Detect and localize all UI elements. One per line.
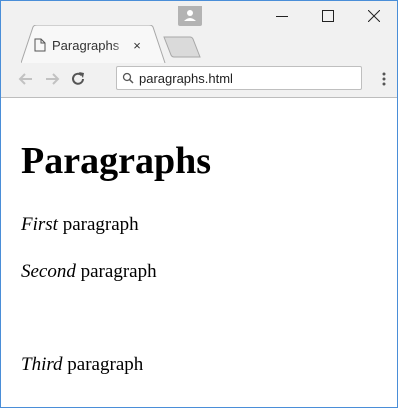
back-button[interactable]: [15, 68, 37, 90]
window-controls: [259, 1, 397, 31]
maximize-icon: [322, 10, 334, 22]
paragraph-emphasis: Third: [21, 354, 63, 375]
minimize-button[interactable]: [259, 1, 305, 31]
tab-content[interactable]: Paragraphs ×: [34, 33, 144, 57]
reload-button[interactable]: [67, 68, 89, 90]
close-icon: [368, 10, 380, 22]
minimize-icon: [276, 16, 288, 17]
maximize-button[interactable]: [305, 1, 351, 31]
tab-close-button[interactable]: ×: [130, 38, 144, 53]
tab-title: Paragraphs: [52, 37, 120, 53]
address-bar[interactable]: paragraphs.html: [116, 66, 362, 90]
paragraph-emphasis: Second: [21, 261, 76, 282]
browser-menu-button[interactable]: [376, 68, 392, 90]
new-tab-button[interactable]: [162, 35, 202, 59]
browser-toolbar: paragraphs.html: [1, 63, 397, 98]
page-heading: Paragraphs: [21, 140, 211, 182]
back-arrow-icon: [18, 73, 32, 85]
title-bar: Paragraphs ×: [1, 1, 397, 64]
forward-button[interactable]: [41, 68, 63, 90]
paragraph-third: Third paragraph: [21, 354, 143, 376]
close-window-button[interactable]: [351, 1, 397, 31]
paragraph-emphasis: First: [21, 214, 58, 235]
paragraph-text: paragraph: [57, 214, 139, 235]
search-icon: [117, 72, 139, 84]
paragraph-first: First paragraph: [21, 214, 139, 236]
paragraph-text: paragraph: [62, 354, 144, 375]
forward-arrow-icon: [46, 73, 60, 85]
browser-window: Paragraphs × paragraphs.html Paragraphs …: [0, 0, 398, 408]
reload-icon: [72, 72, 84, 85]
paragraph-second: Second paragraph: [21, 261, 157, 283]
paragraph-text: paragraph: [75, 261, 157, 282]
profile-avatar-icon[interactable]: [178, 6, 202, 26]
address-text[interactable]: paragraphs.html: [139, 71, 233, 86]
page-content: Paragraphs First paragraph Second paragr…: [1, 98, 397, 407]
more-vert-icon: [382, 72, 386, 86]
page-icon: [34, 38, 46, 52]
